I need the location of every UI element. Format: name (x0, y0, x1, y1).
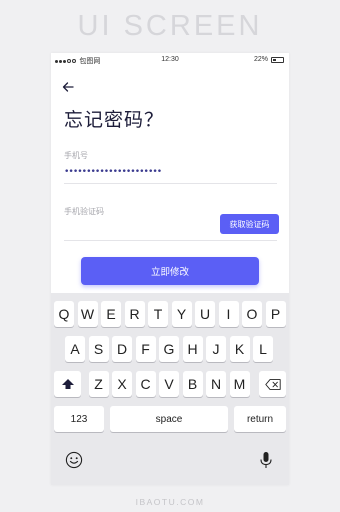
battery-percent: 22% (253, 56, 268, 63)
key-t[interactable]: T (148, 301, 168, 327)
key-j[interactable]: J (206, 336, 226, 362)
key-i[interactable]: I (218, 301, 239, 327)
key-b[interactable]: B (182, 371, 203, 397)
space-key[interactable]: space (110, 406, 228, 432)
key-y[interactable]: Y (171, 301, 192, 327)
key-f[interactable]: F (135, 336, 156, 362)
key-e[interactable]: E (101, 301, 121, 327)
key-h[interactable]: H (182, 336, 203, 362)
code-underline (64, 240, 277, 241)
keyboard: Q W E R T Y U I O P A S D F G H J K L Z … (51, 293, 289, 485)
submit-button[interactable]: 立即修改 (81, 257, 259, 285)
key-m[interactable]: M (229, 371, 250, 397)
key-d[interactable]: D (112, 336, 132, 362)
key-n[interactable]: N (206, 371, 226, 397)
key-v[interactable]: V (159, 371, 179, 397)
backspace-icon (264, 378, 281, 390)
key-r[interactable]: R (124, 301, 145, 327)
get-code-button[interactable]: 获取验证码 (220, 214, 279, 234)
key-c[interactable]: C (135, 371, 156, 397)
key-q[interactable]: Q (54, 301, 74, 327)
phone-input[interactable]: •••••••••••••••••••••• (64, 167, 162, 177)
key-s[interactable]: S (88, 336, 109, 362)
key-u[interactable]: U (195, 301, 215, 327)
footer-watermark: IBAOTU.COM (135, 497, 205, 507)
status-bar: 包图网 12:30 22% (51, 53, 289, 67)
return-key[interactable]: return (234, 406, 286, 432)
phone-label: 手机号 (64, 151, 88, 160)
banner-title: UI SCREEN (77, 10, 263, 42)
shift-icon (61, 379, 74, 389)
key-k[interactable]: K (229, 336, 250, 362)
phone-screen: 包图网 12:30 22% 忘记密码？ 手机号 ••••••••••••••••… (51, 53, 289, 485)
phone-underline (64, 183, 277, 184)
key-g[interactable]: G (159, 336, 179, 362)
status-right: 22% (254, 56, 284, 63)
key-x[interactable]: X (112, 371, 132, 397)
shift-key[interactable] (54, 371, 81, 397)
key-o[interactable]: O (242, 301, 262, 327)
key-w[interactable]: W (77, 301, 98, 327)
back-arrow-icon[interactable] (62, 81, 74, 93)
delete-key[interactable] (259, 371, 286, 397)
numbers-key[interactable]: 123 (54, 406, 104, 432)
emoji-icon[interactable] (65, 451, 83, 469)
key-p[interactable]: P (265, 301, 286, 327)
key-l[interactable]: L (253, 336, 273, 362)
code-label: 手机验证码 (64, 207, 104, 216)
microphone-icon[interactable] (259, 451, 273, 469)
key-a[interactable]: A (65, 336, 85, 362)
page-title: 忘记密码？ (64, 109, 165, 131)
key-z[interactable]: Z (88, 371, 109, 397)
battery-icon (271, 56, 284, 63)
